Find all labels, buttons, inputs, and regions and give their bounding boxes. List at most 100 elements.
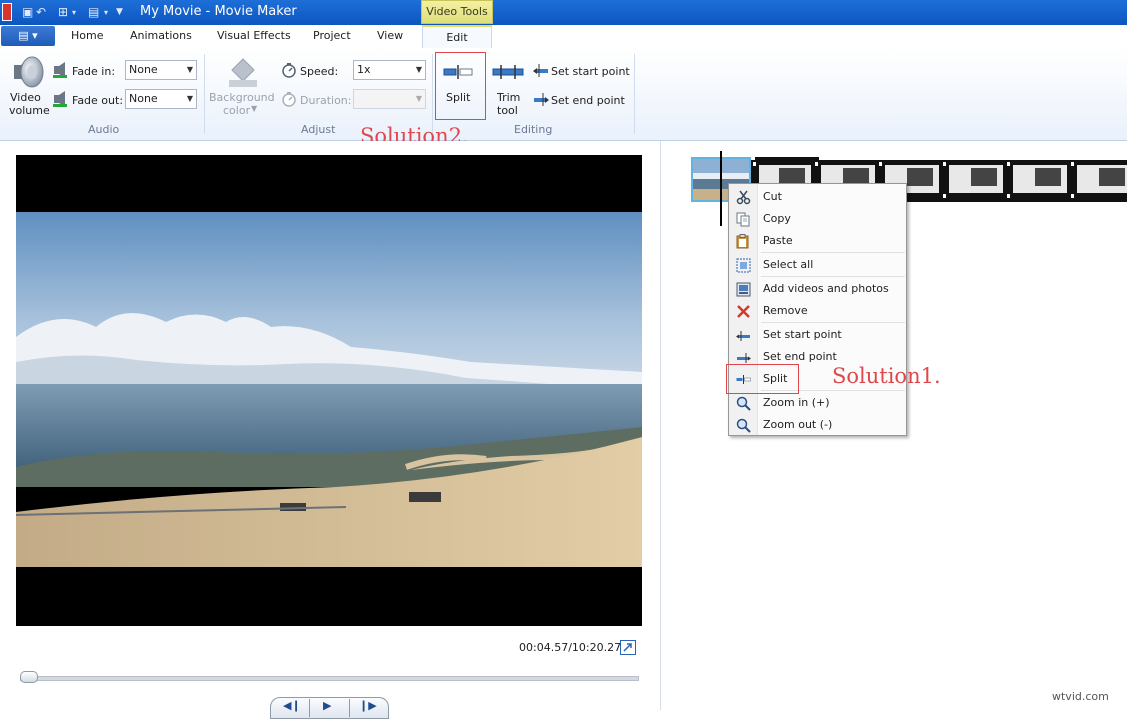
seek-thumb[interactable] (20, 671, 38, 683)
group-divider (634, 54, 635, 134)
menu-separator (761, 252, 905, 253)
file-menu-button[interactable]: ▤ ▾ (1, 26, 55, 46)
adjust-group-label: Adjust (301, 123, 335, 136)
tab-project[interactable]: Project (313, 29, 351, 42)
paint-bucket-icon (226, 54, 260, 88)
fade-in-value: None (129, 63, 158, 76)
fade-in-select[interactable]: None ▼ (125, 60, 197, 80)
control-divider (309, 699, 310, 717)
preview-pane: 00:04.57/10:20.27 ◀❙ ▶ ❙▶ (0, 141, 661, 710)
scissors-icon (736, 190, 751, 205)
menu-item-set-start-point[interactable]: Set start point (730, 325, 905, 346)
menu-item-label: Cut (763, 190, 782, 203)
fade-out-label: Fade out: (72, 94, 123, 107)
add-media-icon (736, 282, 751, 297)
ribbon-tabs: ▤ ▾ Home Animations Visual Effects Proje… (0, 25, 1127, 49)
video-tools-contextual-label: Video Tools (421, 0, 493, 24)
select-all-icon (736, 258, 751, 273)
tab-visual-effects[interactable]: Visual Effects (217, 29, 291, 42)
menu-item-select-all[interactable]: Select all (730, 255, 905, 276)
menu-item-cut[interactable]: Cut (730, 187, 905, 208)
paste-icon (736, 234, 751, 249)
fade-out-value: None (129, 92, 158, 105)
speed-value: 1x (357, 63, 371, 76)
seek-bar[interactable] (20, 676, 639, 681)
window-title: My Movie - Movie Maker (140, 4, 297, 19)
speed-select[interactable]: 1x ▼ (353, 60, 426, 80)
speed-label: Speed: (300, 65, 338, 78)
speed-icon (281, 62, 297, 78)
timecode-display: 00:04.57/10:20.27 (519, 641, 621, 654)
group-divider (204, 54, 205, 134)
menu-item-label: Set start point (763, 328, 842, 341)
group-divider (432, 54, 433, 134)
set-end-icon (736, 350, 751, 365)
trim-tool-icon[interactable] (492, 65, 524, 79)
set-start-point-icon[interactable] (533, 62, 549, 78)
menu-item-zoom-in[interactable]: Zoom in (+) (730, 393, 905, 414)
menu-item-paste[interactable]: Paste (730, 231, 905, 252)
save-icon[interactable]: ▣ (22, 5, 33, 19)
fade-in-icon (52, 62, 68, 78)
video-volume-label-1[interactable]: Video (10, 91, 41, 104)
video-frame-image (16, 212, 642, 567)
playhead-marker[interactable] (720, 151, 722, 226)
video-preview[interactable] (16, 155, 642, 626)
chevron-down-icon: ▼ (251, 104, 257, 113)
control-divider (349, 699, 350, 717)
menu-item-add-videos-and-photos[interactable]: Add videos and photos (730, 279, 905, 300)
menu-item-label: Zoom out (-) (763, 418, 832, 431)
solution1-annotation: Solution1. (832, 364, 941, 388)
playback-controls: ◀❙ ▶ ❙▶ (270, 697, 389, 719)
play-icon[interactable]: ▶ (323, 699, 331, 712)
menu-item-label: Paste (763, 234, 793, 247)
set-start-icon (736, 328, 751, 343)
customize-toolbar-icon[interactable]: ▼ (116, 7, 123, 17)
watermark: wtvid.com (1052, 690, 1109, 703)
audio-group-label: Audio (88, 123, 119, 136)
menu-item-label: Select all (763, 258, 813, 271)
video-volume-icon[interactable] (11, 54, 45, 90)
menu-item-label: Copy (763, 212, 791, 225)
menu-separator (761, 322, 905, 323)
duration-icon (281, 91, 297, 107)
trim-tool-label-1[interactable]: Trim (497, 91, 520, 104)
set-start-point-button[interactable]: Set start point (551, 65, 630, 78)
zoom-out-icon (736, 418, 751, 433)
duration-label: Duration: (300, 94, 351, 107)
undo-icon[interactable]: ↶ (36, 5, 46, 19)
fullscreen-icon[interactable] (620, 640, 636, 655)
fade-in-label: Fade in: (72, 65, 115, 78)
movie-maker-app-icon[interactable] (2, 3, 12, 21)
trim-tool-label-2[interactable]: tool (497, 104, 518, 117)
tab-view[interactable]: View (377, 29, 403, 42)
set-end-point-button[interactable]: Set end point (551, 94, 625, 107)
video-volume-label-2[interactable]: volume (9, 104, 50, 117)
menu-item-remove[interactable]: Remove (730, 301, 905, 322)
next-frame-icon[interactable]: ❙▶ (359, 699, 377, 712)
solution2-highlight-box (435, 52, 486, 120)
chevron-down-icon: ▼ (187, 61, 193, 79)
snapshot-icon[interactable]: ▤ (88, 5, 99, 19)
chevron-down-icon: ▼ (187, 90, 193, 108)
fade-out-select[interactable]: None ▼ (125, 89, 197, 109)
chevron-down-icon: ▼ (416, 90, 422, 108)
menu-item-zoom-out[interactable]: Zoom out (-) (730, 415, 905, 436)
dropdown-arrow-icon[interactable]: ▾ (72, 8, 76, 17)
copy-icon (736, 212, 751, 227)
set-end-point-icon[interactable] (533, 91, 549, 107)
tab-animations[interactable]: Animations (130, 29, 192, 42)
add-items-icon[interactable]: ⊞ (58, 5, 68, 19)
fade-out-icon (52, 91, 68, 107)
tab-home[interactable]: Home (71, 29, 103, 42)
menu-item-label: Set end point (763, 350, 837, 363)
context-menu: Cut Copy Paste Select all Add videos and… (728, 183, 907, 436)
tab-edit[interactable]: Edit (422, 25, 492, 49)
menu-item-label: Zoom in (+) (763, 396, 830, 409)
menu-item-copy[interactable]: Copy (730, 209, 905, 230)
chevron-down-icon: ▼ (416, 61, 422, 79)
dropdown-arrow-icon[interactable]: ▾ (104, 8, 108, 17)
previous-frame-icon[interactable]: ◀❙ (283, 699, 301, 712)
title-bar: ▣ ↶ ⊞ ▾ ▤ ▾ ▼ My Movie - Movie Maker Vid… (0, 0, 1127, 25)
background-color-label-1: Background (209, 91, 275, 104)
